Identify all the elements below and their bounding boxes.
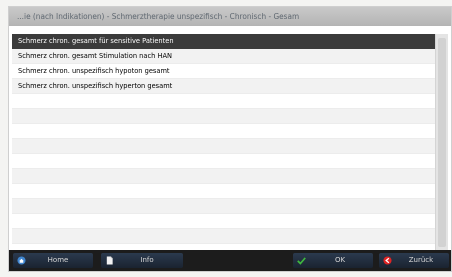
list-item[interactable] — [12, 94, 435, 109]
list-item[interactable] — [12, 184, 435, 199]
home-button[interactable]: Home — [13, 253, 93, 268]
list-item-label: Schmerz chron. unspezifisch hypoton gesa… — [18, 67, 170, 75]
ok-button[interactable]: OK — [293, 253, 373, 268]
back-button-label: Zurück — [408, 256, 434, 264]
list-item-label: Schmerz chron. gesamt für sensitive Pati… — [18, 37, 174, 45]
vertical-scrollbar[interactable] — [435, 34, 448, 251]
list-item[interactable] — [12, 124, 435, 139]
list-item[interactable]: Schmerz chron. gesamt Stimulation nach H… — [12, 49, 435, 64]
list-item[interactable] — [12, 199, 435, 214]
window-title: ...ie (nach Indikationen) - Schmerzthera… — [17, 12, 300, 21]
bottom-toolbar: Home Info OK Zurück — [9, 250, 451, 271]
list-item[interactable]: Schmerz chron. gesamt für sensitive Pati… — [12, 34, 435, 49]
therapy-list[interactable]: Schmerz chron. gesamt für sensitive Pati… — [12, 34, 435, 251]
list-item-label: Schmerz chron. gesamt Stimulation nach H… — [18, 52, 172, 60]
home-button-label: Home — [47, 256, 69, 264]
list-item[interactable] — [12, 154, 435, 169]
title-bar: ...ie (nach Indikationen) - Schmerzthera… — [9, 7, 451, 26]
list-item-label: Schmerz chron. unspezifisch hyperton ges… — [18, 82, 173, 90]
list-item[interactable] — [12, 229, 435, 244]
info-button[interactable]: Info — [101, 253, 183, 268]
scrollbar-thumb[interactable] — [438, 38, 446, 247]
list-item[interactable]: Schmerz chron. unspezifisch hyperton ges… — [12, 79, 435, 94]
ok-button-label: OK — [334, 256, 346, 264]
list-item[interactable]: Schmerz chron. unspezifisch hypoton gesa… — [12, 64, 435, 79]
list-item[interactable] — [12, 109, 435, 124]
back-button[interactable]: Zurück — [379, 253, 449, 268]
info-button-label: Info — [140, 256, 154, 264]
list-item[interactable] — [12, 139, 435, 154]
dialog-window: ...ie (nach Indikationen) - Schmerzthera… — [8, 6, 452, 272]
list-item[interactable] — [12, 169, 435, 184]
list-item[interactable] — [12, 214, 435, 229]
